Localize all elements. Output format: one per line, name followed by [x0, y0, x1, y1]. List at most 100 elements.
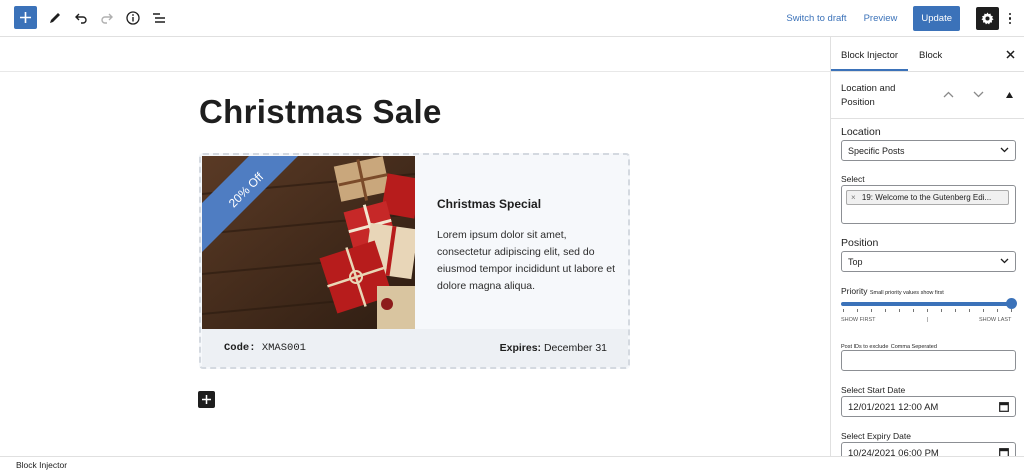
close-sidebar-button[interactable] — [1006, 47, 1015, 62]
editor-toolbar: Switch to draft Preview Update — [0, 0, 1024, 37]
priority-tick — [997, 309, 998, 312]
priority-mid-label: | — [927, 317, 929, 323]
canvas-header-strip — [0, 37, 830, 72]
priority-slider-track[interactable] — [841, 302, 1011, 306]
priority-tick — [871, 309, 872, 312]
promo-block[interactable]: 20% Off Christmas Special Lorem ipsum do… — [199, 153, 630, 369]
settings-button[interactable] — [976, 7, 999, 30]
exclude-label: Post IDs to exclude Comma Seperated — [841, 340, 937, 350]
plus-icon — [202, 395, 211, 404]
move-up-button[interactable] — [943, 89, 954, 101]
start-date-value: 12/01/2021 12:00 AM — [848, 402, 939, 413]
priority-tick — [857, 309, 858, 312]
priority-tick — [885, 309, 886, 312]
priority-tick — [913, 309, 914, 312]
calendar-icon[interactable] — [999, 401, 1009, 415]
gear-icon — [981, 12, 994, 25]
caret-up-icon — [1006, 92, 1013, 98]
details-button[interactable] — [125, 6, 141, 29]
post-title[interactable]: Christmas Sale — [199, 93, 442, 131]
position-select-value: Top — [848, 257, 863, 267]
switch-to-draft-link[interactable]: Switch to draft — [786, 13, 846, 24]
position-select[interactable]: Top — [841, 251, 1016, 272]
promo-footer: Code: XMAS001 Expires: December 31 — [202, 329, 628, 367]
start-date-label: Select Start Date — [841, 385, 906, 395]
collapse-panel-button[interactable] — [1006, 89, 1013, 101]
post-multiselect[interactable]: × 19: Welcome to the Gutenberg Edi... — [841, 185, 1016, 224]
block-breadcrumb: Block Injector — [0, 456, 1024, 472]
expiry-date-label: Select Expiry Date — [841, 431, 911, 441]
expiry-date-input[interactable]: 10/24/2021 06:00 PM — [841, 442, 1016, 456]
priority-hint: Small priority values show first — [869, 290, 944, 296]
tab-block[interactable]: Block — [919, 50, 942, 61]
close-icon — [1006, 50, 1015, 59]
expiry-date-value: 10/24/2021 06:00 PM — [848, 448, 939, 456]
tools-button[interactable] — [47, 6, 63, 29]
toolbar-right: Switch to draft Preview Update — [786, 6, 1016, 31]
sidebar-tabs: Block Injector Block — [831, 37, 1024, 72]
active-tab-indicator — [831, 69, 908, 71]
expiry-label: Expires: — [499, 342, 542, 354]
editor-canvas: Christmas Sale 20% Off Christmas Special… — [0, 37, 830, 456]
promo-heading[interactable]: Christmas Special — [437, 197, 617, 211]
redo-button[interactable] — [99, 6, 115, 29]
tab-block-injector[interactable]: Block Injector — [841, 50, 898, 61]
coupon-code-label: Code: — [224, 342, 256, 354]
info-icon — [126, 10, 140, 25]
pencil-icon — [50, 12, 60, 23]
undo-icon — [75, 13, 87, 24]
settings-sidebar: Block Injector Block Location and Positi… — [830, 37, 1024, 456]
chevron-down-icon — [1000, 256, 1009, 266]
list-view-button[interactable] — [151, 6, 167, 29]
preview-link[interactable]: Preview — [864, 13, 898, 24]
undo-button[interactable] — [73, 6, 89, 29]
location-select[interactable]: Specific Posts — [841, 140, 1016, 161]
move-down-button[interactable] — [973, 89, 984, 101]
position-label: Position — [841, 237, 879, 249]
priority-ticks — [843, 309, 1013, 313]
priority-tick — [927, 309, 928, 312]
select-label: Select — [841, 174, 865, 184]
priority-tick — [983, 309, 984, 312]
priority-tick — [969, 309, 970, 312]
calendar-icon[interactable] — [999, 447, 1009, 456]
options-button[interactable] — [1004, 12, 1016, 25]
show-first-label: SHOW FIRST — [841, 317, 876, 323]
coupon-code: Code: XMAS001 — [224, 342, 306, 354]
block-inserter-button[interactable] — [198, 391, 215, 408]
priority-tick — [941, 309, 942, 312]
promo-text: Christmas Special Lorem ipsum dolor sit … — [437, 197, 617, 295]
chevron-down-icon — [1000, 145, 1009, 155]
location-label: Location — [841, 126, 881, 138]
priority-tick — [899, 309, 900, 312]
redo-icon — [101, 13, 113, 24]
priority-tick — [843, 309, 844, 312]
add-block-button[interactable] — [14, 6, 37, 29]
priority-slider-thumb[interactable] — [1006, 298, 1017, 309]
show-last-label: SHOW LAST — [979, 317, 1012, 323]
plus-icon — [20, 12, 31, 23]
selected-post-chip[interactable]: × 19: Welcome to the Gutenberg Edi... — [846, 190, 1009, 205]
exclude-ids-input[interactable] — [841, 350, 1016, 371]
location-position-panel-header[interactable]: Location and Position — [831, 72, 1024, 119]
list-view-icon — [153, 12, 165, 23]
expiry-value: December 31 — [543, 342, 607, 354]
gift-boxes-image — [202, 156, 415, 329]
update-button[interactable]: Update — [913, 6, 960, 31]
kebab-icon — [1008, 12, 1012, 16]
promo-body[interactable]: Lorem ipsum dolor sit amet, consectetur … — [437, 227, 617, 295]
location-select-value: Specific Posts — [848, 146, 905, 156]
priority-tick — [955, 309, 956, 312]
start-date-input[interactable]: 12/01/2021 12:00 AM — [841, 396, 1016, 417]
selected-post-label: 19: Welcome to the Gutenberg Edi... — [861, 193, 992, 202]
chevron-up-icon — [943, 91, 954, 98]
breadcrumb-item[interactable]: Block Injector — [16, 460, 67, 470]
priority-label: Priority Small priority values show firs… — [841, 286, 944, 296]
priority-label-text: Priority — [841, 286, 868, 296]
expiry-text: Expires: December 31 — [500, 342, 607, 354]
priority-tick — [1011, 309, 1012, 312]
panel-title: Location and Position — [841, 83, 896, 108]
promo-image: 20% Off — [202, 156, 415, 329]
toolbar-left — [14, 6, 167, 29]
remove-chip-icon[interactable]: × — [851, 193, 856, 202]
